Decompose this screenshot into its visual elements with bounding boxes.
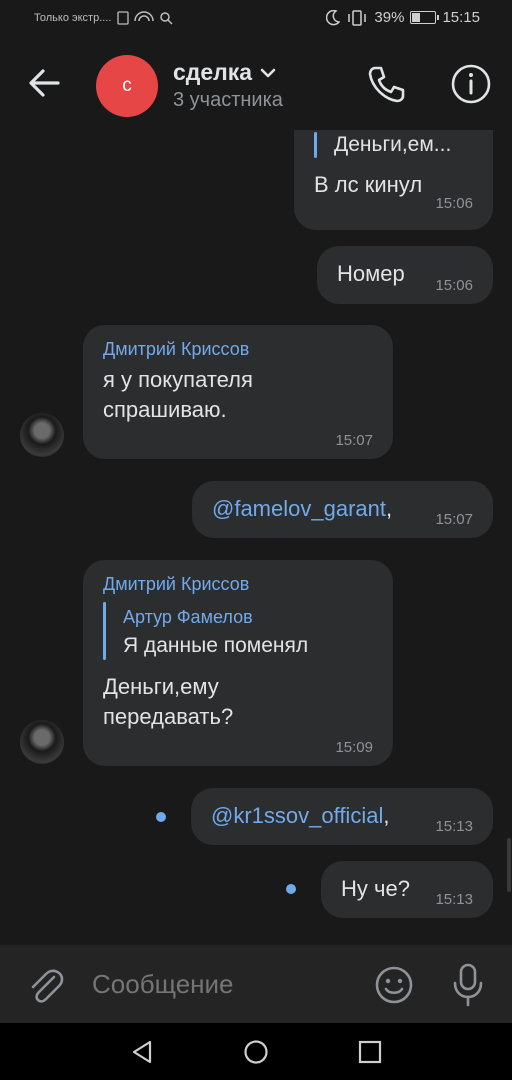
message-list[interactable]: Деньги,ем... В лс кинул 15:06 Номер 15:0… [0,130,512,945]
attach-icon[interactable] [24,963,68,1007]
message-time: 15:06 [435,277,473,294]
reply-preview: Деньги,ем... [334,133,452,156]
back-arrow-icon[interactable] [22,60,68,106]
clock: 15:15 [442,9,480,26]
mic-icon[interactable] [446,961,490,1009]
sender-name[interactable]: Дмитрий Криссов [103,574,249,595]
message-composer [0,945,512,1023]
message-suffix: , [383,803,390,828]
message-time: 15:09 [335,739,373,756]
chat-subtitle: 3 участника [173,89,283,111]
vibrate-icon [348,9,367,26]
mention-link[interactable]: @kr1ssov_official [211,803,383,828]
battery-percent: 39% [374,9,405,26]
scrollbar-thumb[interactable] [507,838,511,892]
message-suffix: , [385,496,393,521]
message-text: В лс кинул [314,172,423,197]
moon-icon [326,9,341,25]
sender-name[interactable]: Дмитрий Криссов [103,339,249,360]
sender-avatar[interactable] [20,720,64,764]
notification-icons [117,11,173,25]
message-bubble-incoming[interactable]: Дмитрий Криссов Артур Фамелов Я данные п… [83,560,393,766]
notification-text: Только экстр.... [34,12,112,24]
chat-title[interactable]: сделка [173,59,276,86]
message-bubble-incoming[interactable]: Дмитрий Криссов я у покупателя спрашиваю… [83,325,393,459]
message-text: Номер [337,261,405,286]
message-time: 15:07 [335,432,373,449]
message-text: @kr1ssov_official, [211,801,389,831]
message-input[interactable] [92,969,352,1000]
message-text-line: спрашиваю. [103,397,227,422]
message-text: Ну че? [341,876,410,901]
avatar-letter: с [122,75,132,96]
unread-indicator [156,812,166,822]
message-text-line: передавать? [103,704,234,729]
system-navigation-bar [0,1023,512,1080]
message-bubble-outgoing[interactable]: Ну че? 15:13 [321,861,493,918]
nav-back-icon[interactable] [128,1037,158,1067]
unread-indicator [286,884,296,894]
info-icon[interactable] [448,61,494,107]
message-time: 15:13 [435,818,473,835]
message-text-line: я у покупателя [103,367,253,392]
chat-header: с сделка 3 участника [0,38,512,130]
message-bubble-outgoing[interactable]: Номер 15:06 [317,246,493,304]
message-bubble-outgoing[interactable]: @kr1ssov_official, 15:13 [191,788,493,845]
nav-recents-icon[interactable] [355,1037,385,1067]
emoji-icon[interactable] [372,963,416,1007]
phone-icon[interactable] [364,61,410,107]
reply-bar [103,602,106,660]
reply-text: Я данные поменял [123,634,309,657]
chevron-down-icon [260,68,276,77]
message-bubble-outgoing[interactable]: Деньги,ем... В лс кинул 15:06 [294,130,493,230]
chat-title-text: сделка [173,59,253,85]
sender-avatar[interactable] [20,413,64,457]
reply-bar [314,132,317,158]
message-text-line: Деньги,ему [103,674,219,699]
message-time: 15:07 [435,511,473,528]
mention-link[interactable]: @famelov_garant [212,496,386,521]
message-time: 15:13 [435,891,473,908]
nav-home-icon[interactable] [241,1037,271,1067]
reply-author[interactable]: Артур Фамелов [123,607,253,628]
chat-avatar[interactable]: с [96,55,158,117]
message-time: 15:06 [435,195,473,212]
message-text: @famelov_garant, [212,494,392,524]
status-bar: Только экстр.... 39% 15:15 [0,0,512,38]
battery-icon [410,11,440,24]
message-bubble-outgoing[interactable]: @famelov_garant, 15:07 [192,481,493,538]
